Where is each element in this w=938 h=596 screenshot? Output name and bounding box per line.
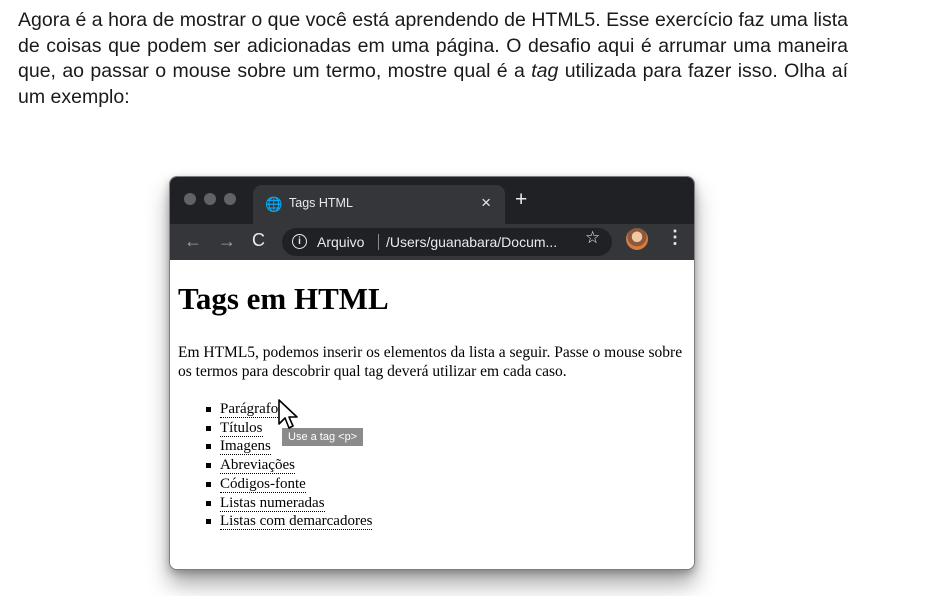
- list-item-label[interactable]: Abreviações: [220, 457, 295, 475]
- forward-arrow-icon[interactable]: →: [218, 231, 236, 252]
- profile-avatar[interactable]: [626, 228, 648, 250]
- list-item-label[interactable]: Parágrafo: [220, 401, 279, 418]
- list-item-label[interactable]: Imagens: [220, 438, 271, 456]
- list-item[interactable]: Listas numeradas: [206, 494, 372, 513]
- close-tab-icon[interactable]: ×: [481, 193, 491, 213]
- intro-text: Agora é a hora de mostrar o que você est…: [18, 8, 848, 110]
- address-bar[interactable]: i Arquivo /Users/guanabara/Docum...: [282, 228, 612, 256]
- tab-bar: 🌐 Tags HTML × +: [170, 177, 694, 224]
- list-item[interactable]: Listas com demarcadores: [206, 512, 373, 531]
- page-content: Tags em HTML Em HTML5, podemos inserir o…: [170, 260, 694, 569]
- browser-window: 🌐 Tags HTML × + ← → C i Arquivo /Users/g…: [169, 176, 695, 570]
- list-item[interactable]: Códigos-fonte: [206, 475, 372, 494]
- list-item[interactable]: Abreviações: [206, 456, 372, 475]
- browser-toolbar: ← → C i Arquivo /Users/guanabara/Docum..…: [170, 224, 694, 260]
- minimize-window-dot[interactable]: [204, 193, 216, 205]
- mouse-cursor-icon: [278, 399, 298, 429]
- globe-icon: 🌐: [265, 196, 283, 212]
- reload-icon[interactable]: C: [252, 230, 265, 251]
- page-paragraph: Em HTML5, podemos inserir os elementos d…: [178, 344, 683, 380]
- list-item-label[interactable]: Títulos: [220, 419, 263, 437]
- list-item-label[interactable]: Códigos-fonte: [220, 475, 306, 493]
- intro-emphasis: tag: [531, 60, 559, 82]
- new-tab-icon[interactable]: +: [515, 189, 527, 210]
- url-text[interactable]: /Users/guanabara/Docum...: [386, 234, 557, 250]
- tab-title: Tags HTML: [289, 196, 353, 210]
- list-item-label[interactable]: Listas com demarcadores: [220, 513, 373, 531]
- list-item-label[interactable]: Listas numeradas: [220, 494, 325, 512]
- bookmark-star-icon[interactable]: ☆: [585, 228, 600, 248]
- back-arrow-icon[interactable]: ←: [184, 231, 202, 252]
- info-icon[interactable]: i: [292, 234, 307, 249]
- page-title: Tags em HTML: [178, 281, 389, 316]
- file-label: Arquivo: [317, 234, 365, 250]
- menu-dots-icon[interactable]: ⋮: [666, 227, 684, 248]
- tab-tags-html[interactable]: 🌐 Tags HTML ×: [253, 185, 505, 224]
- close-window-dot[interactable]: [184, 193, 196, 205]
- maximize-window-dot[interactable]: [224, 193, 236, 205]
- address-separator: [378, 234, 379, 250]
